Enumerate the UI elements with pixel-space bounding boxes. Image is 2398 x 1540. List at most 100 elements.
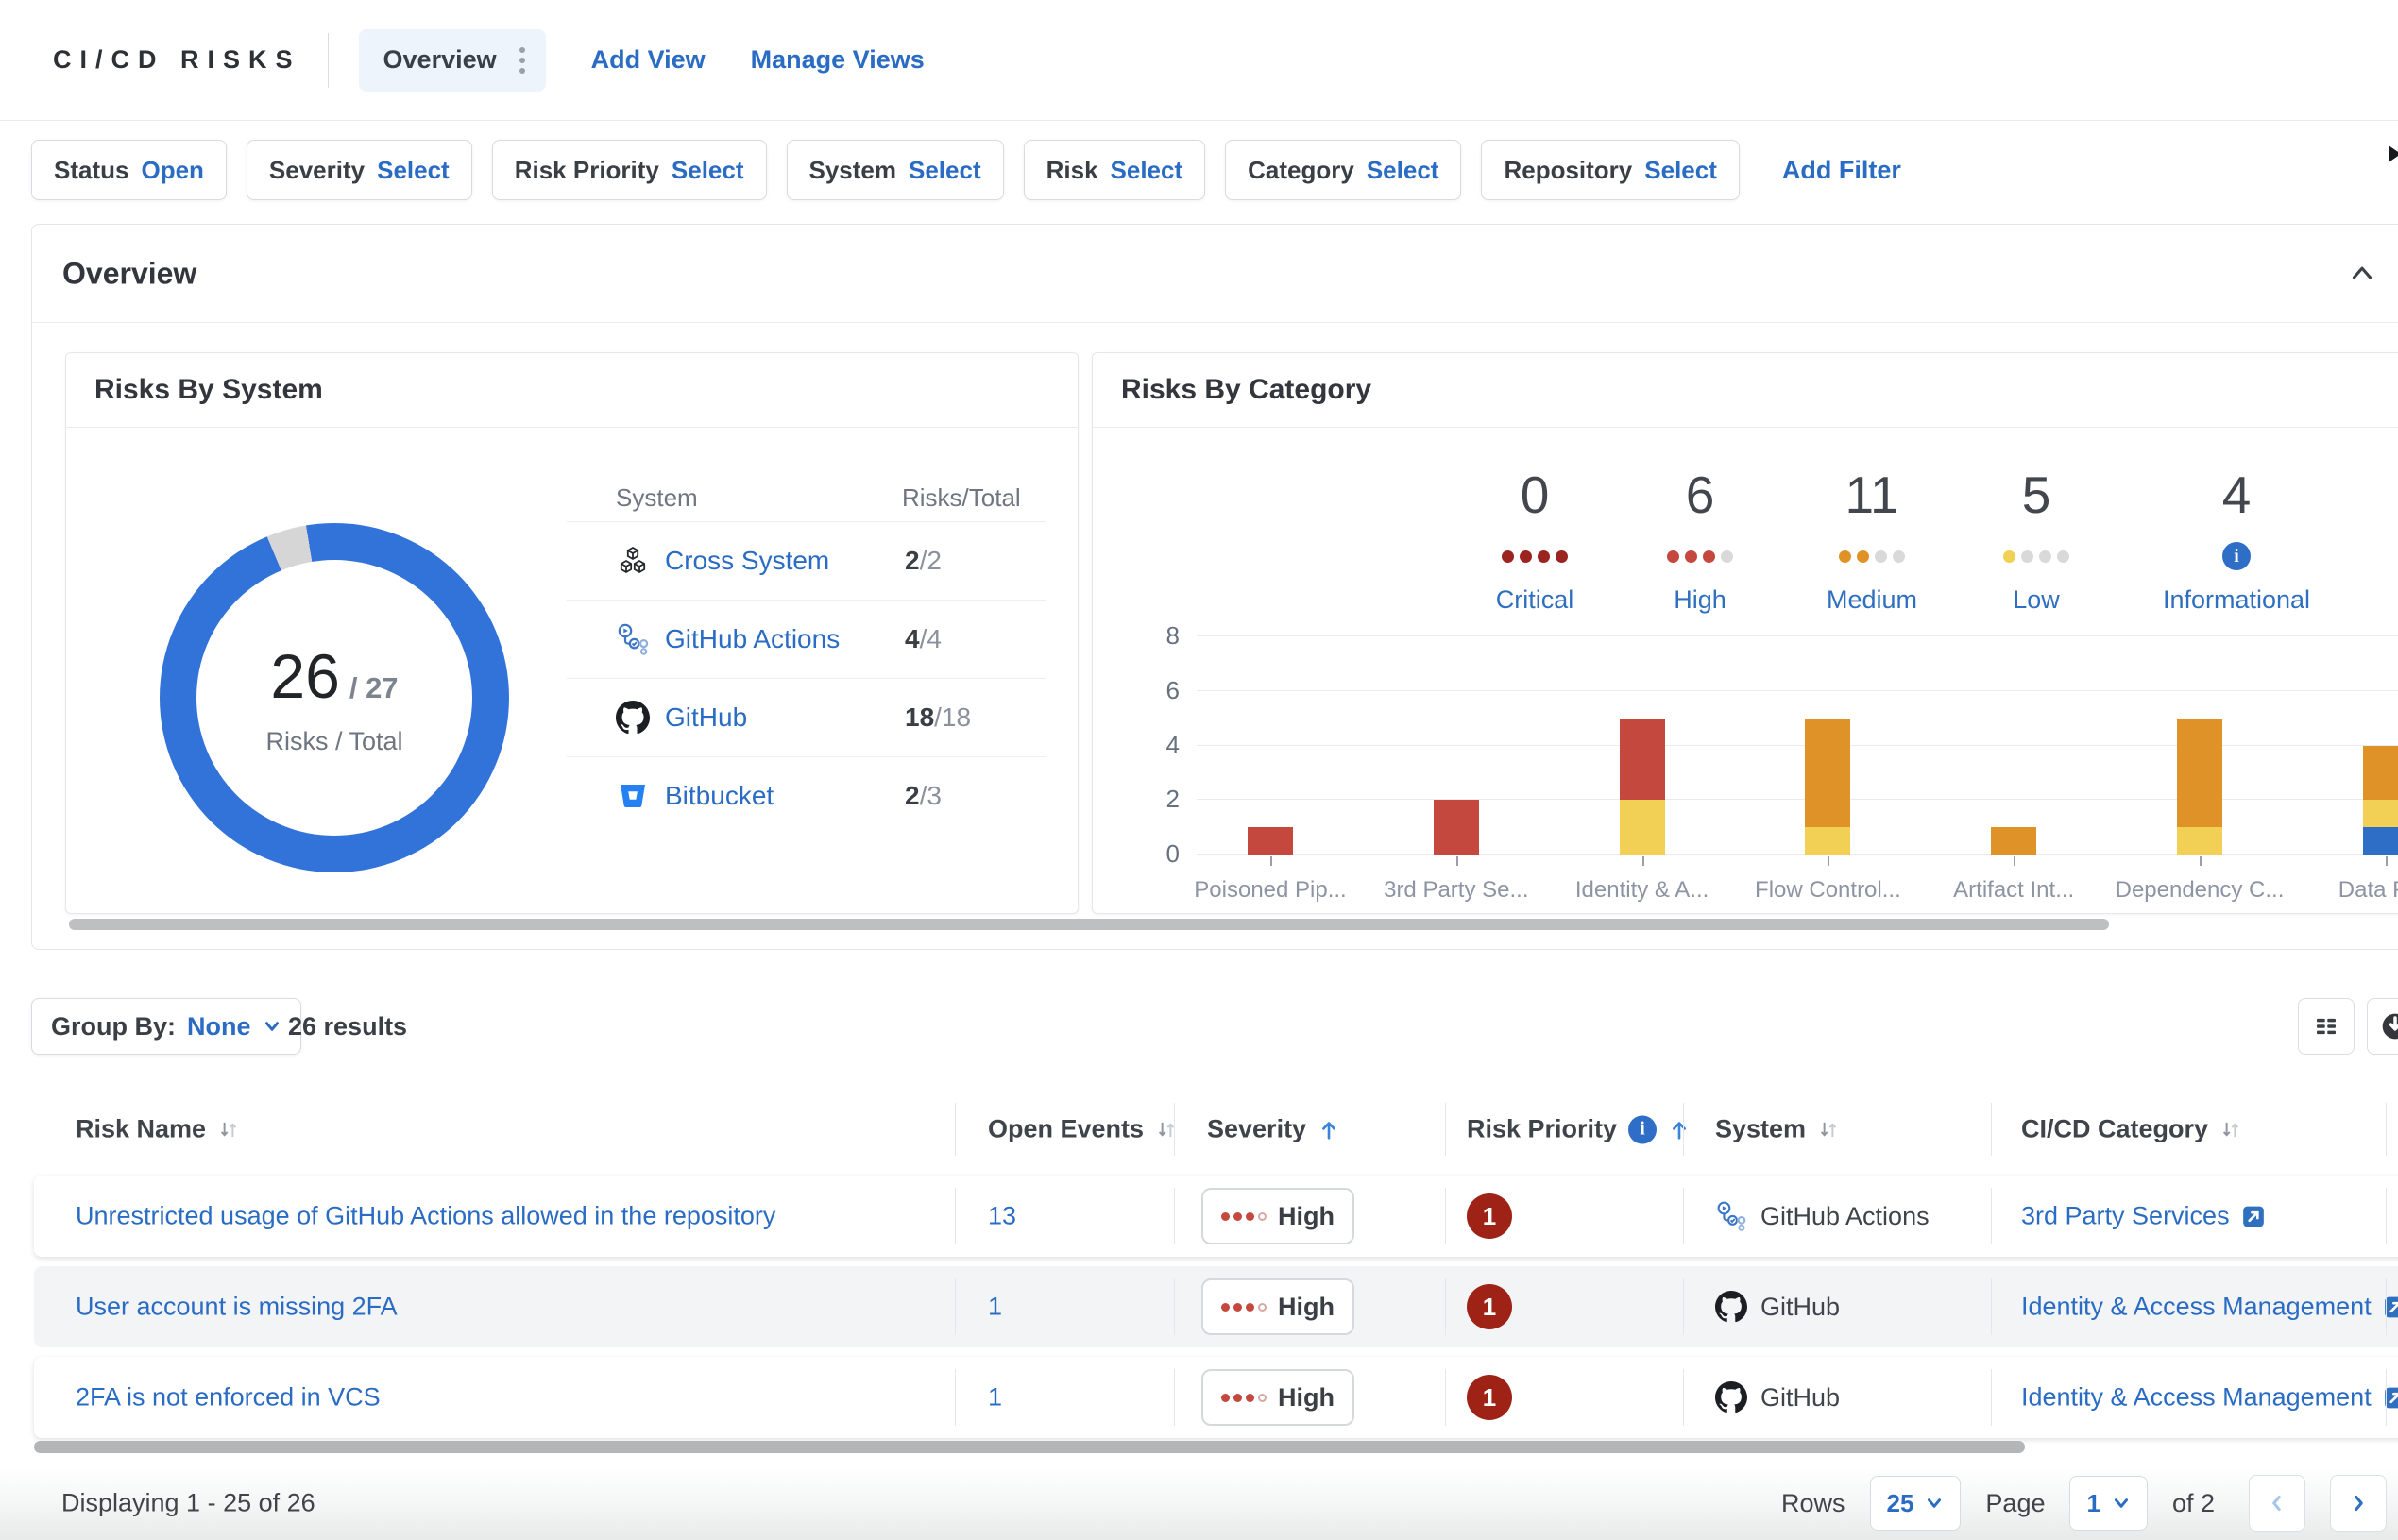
risk-name-link[interactable]: 2FA is not enforced in VCS [76,1383,381,1413]
severity-badge: High [1201,1369,1354,1426]
open-events-link[interactable]: 13 [988,1202,1016,1231]
risks-by-category-title: Risks By Category [1121,374,1371,406]
github-icon [616,701,650,735]
risks-by-system-title: Risks By System [94,374,323,406]
risks-donut-chart: 26 / 27 Risks / Total [160,523,509,872]
table-horizontal-scrollbar[interactable] [34,1441,2025,1453]
rows-label: Rows [1781,1489,1845,1518]
external-link-icon[interactable] [2241,1204,2266,1228]
github-icon [1715,1291,1747,1323]
dot [1246,1394,1254,1402]
scroll-right-icon[interactable] [2388,144,2398,169]
download-button[interactable] [2367,998,2398,1055]
results-count: 26 results [288,998,407,1055]
table-row[interactable]: 2FA is not enforced in VCS 1 High 1 GitH… [34,1357,2398,1438]
column-header-open-events[interactable]: Open Events [988,1115,1178,1144]
github-actions-icon [1715,1200,1747,1232]
columns-settings-button[interactable] [2298,998,2355,1055]
system-link[interactable]: GitHub Actions [665,624,840,654]
category-cell: Identity & Access Management [2021,1293,2398,1322]
column-header-cicd-category[interactable]: CI/CD Category [2021,1115,2242,1144]
category-link[interactable]: 3rd Party Services [2021,1202,2230,1231]
bar-segment-low [2177,827,2222,855]
column-separator [955,1103,956,1156]
column-label: Risk Name [76,1115,206,1144]
category-link[interactable]: Identity & Access Management [2021,1293,2372,1322]
filter-chip-risk[interactable]: Risk Select [1024,140,1206,200]
filter-value: Select [672,156,744,185]
cell-separator [1683,1188,1684,1244]
chevron-right-icon [2347,1492,2370,1515]
severity-value: High [1278,1293,1335,1322]
risk-priority-badge: 1 [1467,1375,1512,1420]
column-header-system[interactable]: System [1715,1115,1840,1144]
add-filter-link[interactable]: Add Filter [1782,156,1901,185]
severity-label-link[interactable]: Low [1932,585,2140,615]
info-icon: i [2222,542,2251,570]
column-header-risk-priority[interactable]: Risk Priority i [1467,1115,1691,1144]
group-by-dropdown[interactable]: Group By: None [31,998,301,1055]
y-axis-tick-label: 4 [1125,731,1180,760]
bar-segment-medium [2363,746,2398,801]
column-separator [1683,1103,1684,1156]
category-link[interactable]: Identity & Access Management [2021,1383,2372,1413]
overview-horizontal-scrollbar[interactable] [69,919,2109,930]
page-select[interactable]: 1 [2069,1476,2147,1531]
x-axis-tick [1828,856,1829,866]
filter-chip-risk-priority[interactable]: Risk Priority Select [492,140,767,200]
overview-heading: Overview [62,256,196,291]
filter-label: Risk [1046,156,1098,185]
group-by-label: Group By: [51,1012,176,1041]
cell-separator [2386,1188,2387,1244]
filter-value: Open [141,156,203,185]
filter-chip-severity[interactable]: Severity Select [247,140,472,200]
cell-separator [1683,1278,1684,1335]
bar-segment-low [1620,800,1665,855]
x-axis-category-label: Dependency C... [2105,877,2294,904]
kebab-menu-icon[interactable] [516,43,529,77]
system-link[interactable]: Cross System [665,546,829,576]
risk-name-link[interactable]: Unrestricted usage of GitHub Actions all… [76,1202,775,1231]
filter-chip-system[interactable]: System Select [787,140,1004,200]
system-link[interactable]: GitHub [665,702,747,733]
previous-page-button[interactable] [2249,1475,2305,1532]
bar-segment-low [2363,800,2398,827]
risk-priority-badge: 1 [1467,1193,1512,1239]
table-row[interactable]: User account is missing 2FA 1 High 1 Git… [34,1266,2398,1347]
system-cell: GitHub [1715,1381,1840,1413]
add-view-link[interactable]: Add View [591,45,706,75]
open-events-link[interactable]: 1 [988,1383,1002,1413]
collapse-chevron-up-icon[interactable] [2346,257,2378,294]
open-events-link[interactable]: 1 [988,1293,1002,1322]
tab-overview[interactable]: Overview [359,29,546,92]
severity-value: High [1278,1383,1335,1413]
risk-name-link[interactable]: User account is missing 2FA [76,1293,398,1322]
info-icon[interactable]: i [1628,1115,1657,1143]
filter-chip-category[interactable]: Category Select [1225,140,1461,200]
filter-chip-status[interactable]: Status Open [31,140,227,200]
system-row-github-actions: GitHub Actions 4/4 [567,601,1046,679]
column-header-risk-name[interactable]: Risk Name [76,1115,240,1144]
next-page-button[interactable] [2330,1475,2387,1532]
rows-per-page-select[interactable]: 25 [1870,1476,1962,1531]
severity-dots [1932,550,2140,563]
x-axis-category-label: Data Pr... [2291,877,2398,904]
risks-by-system-card: Risks By System 26 / 27 Risks / Total Sy… [65,352,1079,914]
risks-by-category-card: Risks By Category 0 Critical 6 High 11 M… [1092,352,2398,914]
cell-separator [955,1369,956,1426]
group-by-value: None [187,1012,251,1041]
column-label: Risk Priority [1467,1115,1617,1144]
bar-segment-high [1620,719,1665,801]
system-link[interactable]: Bitbucket [665,781,774,811]
donut-total-value: / 27 [349,671,399,705]
column-header-severity[interactable]: Severity [1207,1115,1340,1144]
filter-chip-repository[interactable]: Repository Select [1481,140,1739,200]
gridline [1197,690,2398,691]
column-label: System [1715,1115,1806,1144]
manage-views-link[interactable]: Manage Views [751,45,925,75]
x-axis-category-label: Artifact Int... [1919,877,2108,904]
table-row[interactable]: Unrestricted usage of GitHub Actions all… [34,1176,2398,1257]
severity-label-link[interactable]: Informational [2133,585,2340,615]
severity-dots: i [2133,550,2340,563]
pagination-footer: Displaying 1 - 25 of 26 Rows 25 Page 1 o… [0,1466,2398,1540]
